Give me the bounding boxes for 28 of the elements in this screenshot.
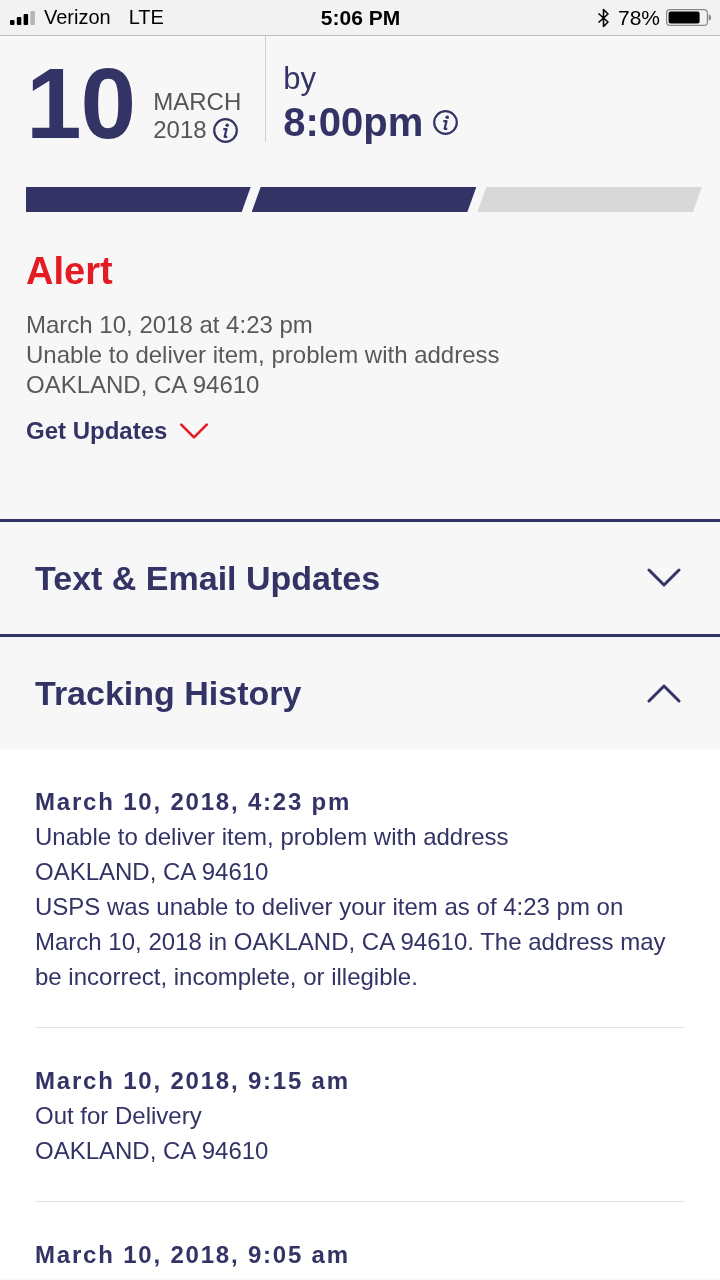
history-date: March 10, 2018, 9:05 am <box>35 1240 351 1270</box>
history-status: Out for Delivery <box>35 1101 203 1131</box>
history-location: OAKLAND, CA 94610 <box>35 1136 270 1166</box>
battery-percent: 78% <box>617 5 660 30</box>
history-details: USPS was unable to deliver your item as of 4:23 pm on March 10, 2018 in OAKLAND, CA 94610. The address may be incorrect, incomplete, or illegible. <box>35 892 667 992</box>
bluetooth-icon <box>596 7 610 28</box>
alert-location: OAKLAND, CA 94610 <box>26 370 261 400</box>
delivery-month: MARCH <box>153 88 242 116</box>
history-date: March 10, 2018, 9:15 am <box>35 1066 351 1096</box>
info-icon[interactable] <box>433 109 459 135</box>
delivery-time: 8:00pm <box>283 100 424 144</box>
status-time: 5:06 PM <box>320 5 401 30</box>
history-date: March 10, 2018, 4:23 pm <box>35 787 353 817</box>
chevron-down-icon <box>178 422 211 440</box>
info-icon[interactable] <box>212 117 238 143</box>
carrier-label: Verizon <box>44 6 111 29</box>
network-label: LTE <box>128 6 164 29</box>
alert-title: Alert <box>26 249 114 293</box>
alert-datetime: March 10, 2018 at 4:23 pm <box>26 310 314 340</box>
history-location: OAKLAND, CA 94610 <box>35 857 270 887</box>
history-status: Unable to deliver item, problem with address <box>35 822 510 852</box>
battery-icon <box>666 9 711 26</box>
alert-status: Unable to deliver item, problem with address <box>26 340 501 370</box>
delivery-year: 2018 <box>153 116 207 144</box>
get-updates-link[interactable]: Get Updates <box>26 416 211 446</box>
signal-icon <box>10 10 35 25</box>
delivery-day: 10 <box>26 63 136 143</box>
by-label: by <box>283 61 316 97</box>
